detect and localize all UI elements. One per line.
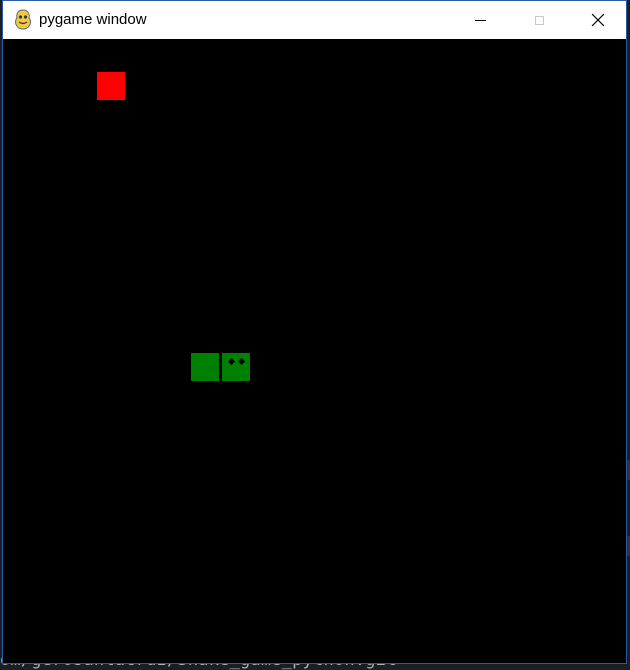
snake-eye-left	[227, 357, 236, 366]
close-icon	[591, 13, 605, 27]
pygame-window[interactable]: pygame window	[2, 0, 627, 664]
snake-eye-right	[237, 357, 246, 366]
pygame-snake-icon	[15, 9, 31, 30]
minimize-button[interactable]	[457, 1, 503, 39]
food-apple	[97, 72, 125, 100]
maximize-button[interactable]	[516, 1, 562, 39]
window-title: pygame window	[39, 11, 147, 28]
minimize-icon	[474, 19, 486, 21]
title-bar[interactable]: pygame window	[3, 1, 626, 39]
close-button[interactable]	[575, 1, 621, 39]
snake-head	[222, 353, 250, 381]
game-canvas[interactable]	[3, 39, 626, 663]
snake-body-segment	[191, 353, 219, 381]
maximize-icon	[534, 15, 544, 25]
